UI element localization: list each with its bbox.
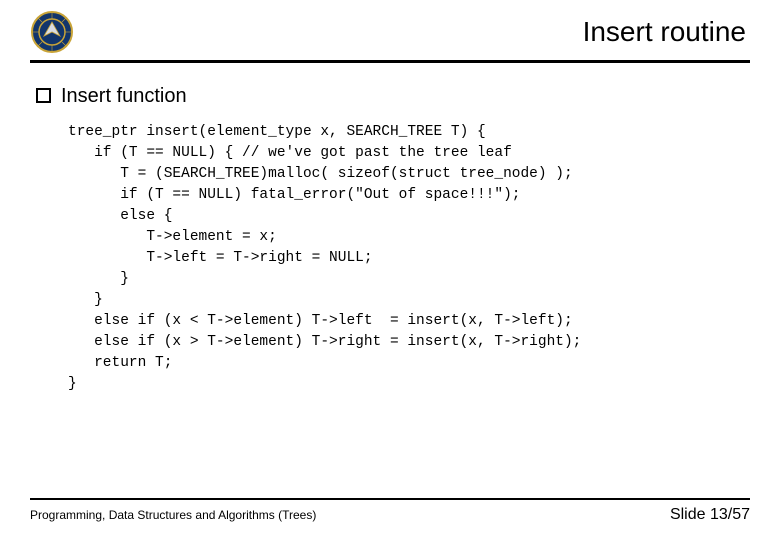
slide-content: Insert function tree_ptr insert(element_… bbox=[30, 85, 750, 395]
code-line: tree_ptr insert(element_type x, SEARCH_T… bbox=[68, 124, 486, 140]
bullet-item: Insert function bbox=[36, 85, 750, 108]
code-line: else if (x > T->element) T->right = inse… bbox=[68, 334, 581, 350]
code-line: return T; bbox=[68, 355, 172, 371]
code-line: } bbox=[68, 271, 129, 287]
slide-title: Insert routine bbox=[583, 16, 750, 48]
slide-header: Insert routine bbox=[30, 10, 750, 63]
code-block: tree_ptr insert(element_type x, SEARCH_T… bbox=[36, 118, 750, 395]
seal-logo-icon bbox=[30, 10, 74, 54]
code-line: T->element = x; bbox=[68, 229, 277, 245]
slide: Insert routine Insert function tree_ptr … bbox=[0, 0, 780, 540]
footer-slide-number: Slide 13/57 bbox=[670, 506, 750, 524]
code-line: else { bbox=[68, 208, 172, 224]
slide-footer: Programming, Data Structures and Algorit… bbox=[30, 498, 750, 524]
code-line: if (T == NULL) fatal_error("Out of space… bbox=[68, 187, 520, 203]
code-line: if (T == NULL) { // we've got past the t… bbox=[68, 145, 512, 161]
code-line: else if (x < T->element) T->left = inser… bbox=[68, 313, 573, 329]
bullet-text: Insert function bbox=[61, 85, 187, 108]
square-bullet-icon bbox=[36, 88, 51, 103]
code-line: } bbox=[68, 292, 103, 308]
code-line: T = (SEARCH_TREE)malloc( sizeof(struct t… bbox=[68, 166, 573, 182]
footer-left-text: Programming, Data Structures and Algorit… bbox=[30, 508, 316, 522]
code-line: } bbox=[68, 376, 77, 392]
code-line: T->left = T->right = NULL; bbox=[68, 250, 373, 266]
